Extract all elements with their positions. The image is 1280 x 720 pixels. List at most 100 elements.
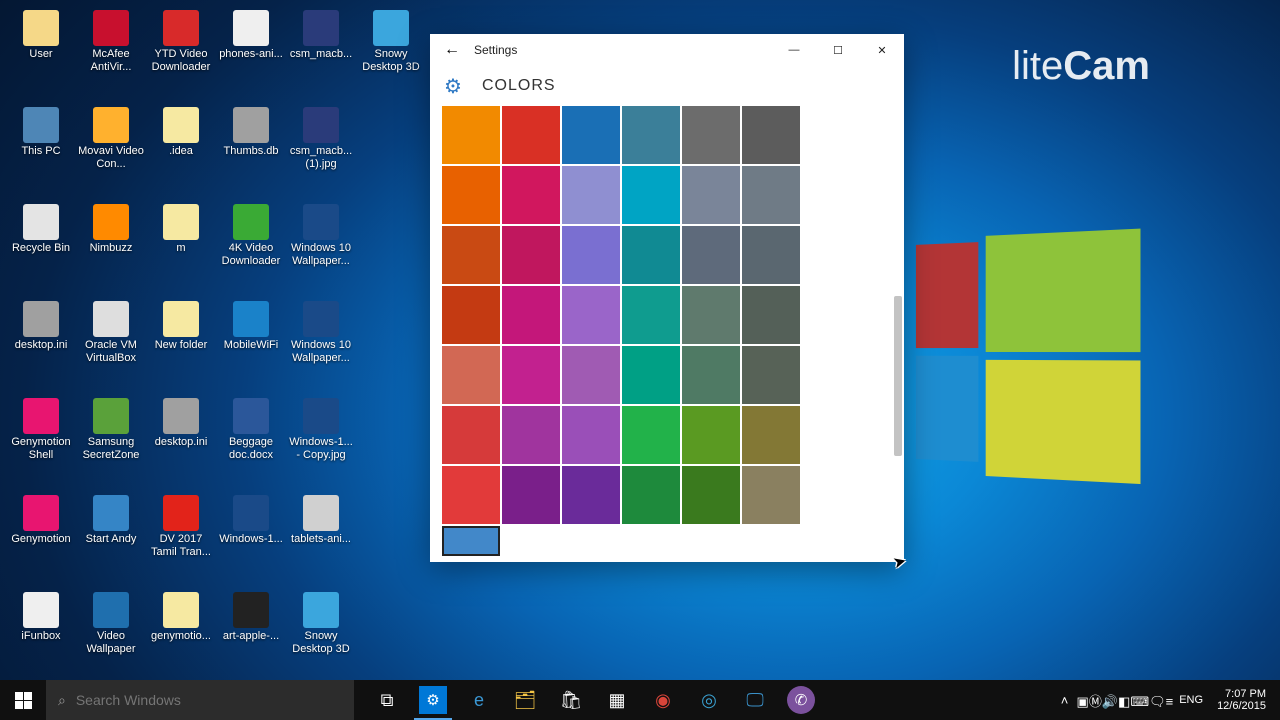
tray-icon[interactable]: ▣: [1077, 694, 1089, 709]
desktop-icon[interactable]: Video Wallpaper: [76, 586, 146, 682]
color-swatch[interactable]: [622, 226, 680, 284]
color-swatch[interactable]: [682, 466, 740, 524]
desktop-icon[interactable]: New folder: [146, 295, 216, 391]
settings-titlebar[interactable]: ← Settings — ☐ ✕: [430, 34, 904, 66]
taskbar-task-view[interactable]: ⧉: [364, 680, 410, 720]
desktop-icon[interactable]: Thumbs.db: [216, 101, 286, 197]
taskbar-store[interactable]: 🛍: [548, 680, 594, 720]
color-swatch[interactable]: [742, 406, 800, 464]
taskbar-viber[interactable]: ✆: [778, 680, 824, 720]
desktop-icon[interactable]: iFunbox: [6, 586, 76, 682]
color-swatch[interactable]: [442, 106, 500, 164]
color-swatch[interactable]: [742, 286, 800, 344]
desktop-icon[interactable]: Beggage doc.docx: [216, 392, 286, 488]
color-swatch[interactable]: [442, 466, 500, 524]
scrollbar[interactable]: [890, 106, 904, 562]
color-swatch[interactable]: [622, 346, 680, 404]
taskbar-chrome[interactable]: ◉: [640, 680, 686, 720]
tray-icon[interactable]: 🗨: [1149, 694, 1166, 709]
color-swatch[interactable]: [562, 286, 620, 344]
desktop-icon[interactable]: art-apple-...: [216, 586, 286, 682]
color-swatch[interactable]: [742, 166, 800, 224]
taskbar-edge[interactable]: e: [456, 680, 502, 720]
desktop-icon[interactable]: 4K Video Downloader: [216, 198, 286, 294]
desktop-icon[interactable]: csm_macb... (1).jpg: [286, 101, 356, 197]
color-swatch[interactable]: [562, 466, 620, 524]
color-swatch[interactable]: [682, 106, 740, 164]
desktop-icon[interactable]: This PC: [6, 101, 76, 197]
desktop-icon[interactable]: Windows-1... - Copy.jpg: [286, 392, 356, 488]
desktop-icon[interactable]: MobileWiFi: [216, 295, 286, 391]
color-swatch[interactable]: [682, 406, 740, 464]
tray-icon[interactable]: ⌨: [1130, 694, 1149, 709]
desktop-icon[interactable]: tablets-ani...: [286, 489, 356, 585]
taskbar-file-explorer[interactable]: 🗂: [502, 680, 548, 720]
color-swatch[interactable]: [442, 286, 500, 344]
desktop-icon[interactable]: Oracle VM VirtualBox: [76, 295, 146, 391]
desktop-icon[interactable]: Nimbuzz: [76, 198, 146, 294]
desktop-icon[interactable]: m: [146, 198, 216, 294]
search-box[interactable]: ⌕: [46, 680, 354, 720]
tray-icon[interactable]: 🔊: [1102, 694, 1118, 709]
desktop-icon[interactable]: genymotio...: [146, 586, 216, 682]
color-swatch[interactable]: [562, 406, 620, 464]
color-swatch[interactable]: [682, 166, 740, 224]
color-swatch[interactable]: [502, 226, 560, 284]
color-swatch[interactable]: [622, 466, 680, 524]
color-swatch[interactable]: [502, 286, 560, 344]
maximize-button[interactable]: ☐: [816, 34, 860, 66]
color-swatch[interactable]: [562, 106, 620, 164]
language-indicator[interactable]: ENG: [1173, 694, 1209, 706]
desktop-icon[interactable]: csm_macb...: [286, 4, 356, 100]
color-swatch[interactable]: [502, 406, 560, 464]
desktop-icon[interactable]: Samsung SecretZone: [76, 392, 146, 488]
desktop-icon[interactable]: Windows 10 Wallpaper...: [286, 295, 356, 391]
color-swatch[interactable]: [442, 526, 500, 556]
desktop-icon[interactable]: Windows-1...: [216, 489, 286, 585]
taskbar-apps-grid[interactable]: ▦: [594, 680, 640, 720]
color-swatch[interactable]: [742, 346, 800, 404]
desktop-icon[interactable]: phones-ani...: [216, 4, 286, 100]
desktop-icon[interactable]: Genymotion Shell: [6, 392, 76, 488]
color-swatch[interactable]: [622, 166, 680, 224]
desktop-icon[interactable]: Genymotion: [6, 489, 76, 585]
desktop-icon[interactable]: DV 2017 Tamil Tran...: [146, 489, 216, 585]
desktop-icon[interactable]: YTD Video Downloader: [146, 4, 216, 100]
minimize-button[interactable]: —: [772, 34, 816, 66]
back-button[interactable]: ←: [430, 41, 474, 59]
scroll-thumb[interactable]: [894, 296, 902, 456]
tray-icon[interactable]: ≡: [1166, 694, 1174, 709]
color-swatch[interactable]: [502, 466, 560, 524]
taskbar-opera[interactable]: ◎: [686, 680, 732, 720]
desktop-icon[interactable]: desktop.ini: [6, 295, 76, 391]
desktop-icon[interactable]: .idea: [146, 101, 216, 197]
desktop-icon[interactable]: Snowy Desktop 3D: [286, 586, 356, 682]
color-swatch[interactable]: [742, 106, 800, 164]
tray-icon[interactable]: Ⓜ: [1089, 694, 1102, 709]
color-swatch[interactable]: [622, 286, 680, 344]
color-swatch[interactable]: [682, 286, 740, 344]
desktop-icon[interactable]: User: [6, 4, 76, 100]
clock[interactable]: 7:07 PM 12/6/2015: [1209, 688, 1274, 712]
color-swatch[interactable]: [502, 346, 560, 404]
desktop-icon[interactable]: desktop.ini: [146, 392, 216, 488]
color-swatch[interactable]: [742, 466, 800, 524]
desktop-icon[interactable]: McAfee AntiVir...: [76, 4, 146, 100]
desktop-icon[interactable]: Snowy Desktop 3D: [356, 4, 426, 100]
tray-icon[interactable]: ◧: [1118, 694, 1130, 709]
color-swatch[interactable]: [442, 166, 500, 224]
color-swatch[interactable]: [502, 166, 560, 224]
taskbar-settings-app[interactable]: ⚙: [410, 680, 456, 720]
color-swatch[interactable]: [622, 106, 680, 164]
desktop-icon[interactable]: Start Andy: [76, 489, 146, 585]
color-swatch[interactable]: [562, 226, 620, 284]
color-swatch[interactable]: [742, 226, 800, 284]
search-input[interactable]: [76, 692, 342, 708]
color-swatch[interactable]: [502, 106, 560, 164]
color-swatch[interactable]: [562, 166, 620, 224]
color-swatch[interactable]: [562, 346, 620, 404]
color-swatch[interactable]: [682, 226, 740, 284]
color-swatch[interactable]: [442, 406, 500, 464]
desktop-icon[interactable]: Recycle Bin: [6, 198, 76, 294]
color-swatch[interactable]: [622, 406, 680, 464]
